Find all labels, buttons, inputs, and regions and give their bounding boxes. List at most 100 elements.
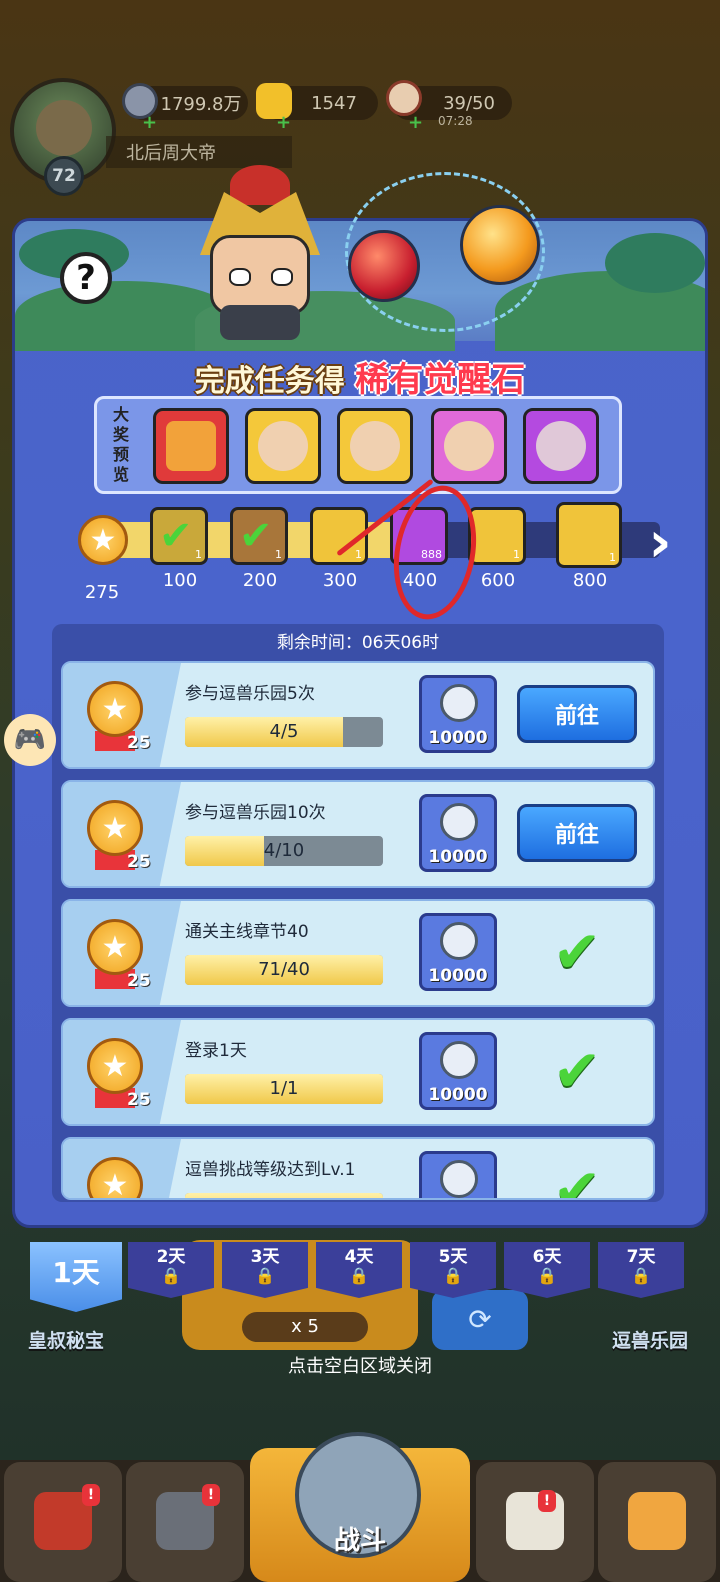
silver-coin-icon bbox=[440, 1041, 478, 1079]
task-reward[interactable]: 10000 bbox=[419, 794, 497, 872]
preview-item-hero-3[interactable] bbox=[431, 408, 507, 484]
task-progress-text: 4/10 bbox=[263, 840, 305, 861]
task-progress-bar: 71/40 bbox=[185, 955, 383, 985]
preview-item-mystery[interactable] bbox=[153, 408, 229, 484]
milestone-chest-100[interactable]: ✔ 1 bbox=[150, 507, 208, 565]
task-name: 逗兽挑战等级达到Lv.1 bbox=[185, 1160, 356, 1180]
title-prefix: 完成任务得 bbox=[194, 364, 345, 399]
nav-hero-notify-badge: ! bbox=[202, 1484, 220, 1506]
task-row: ★ 25 登录1天 1/1 10000 ✔ bbox=[61, 1018, 655, 1126]
background-right-label: 逗兽乐园 bbox=[612, 1330, 689, 1352]
task-go-button[interactable]: 前往 bbox=[517, 685, 637, 743]
task-points: 25 bbox=[127, 733, 151, 753]
stamina-add-icon[interactable]: + bbox=[408, 112, 423, 133]
task-reward-amount: 10000 bbox=[428, 1085, 488, 1105]
hero-character bbox=[180, 165, 340, 340]
red-awakening-stone-icon bbox=[348, 230, 420, 302]
nav-gift-button[interactable] bbox=[598, 1462, 716, 1582]
milestone-chest-200[interactable]: ✔ 1 bbox=[230, 507, 288, 565]
lock-icon: 🔒 bbox=[161, 1266, 181, 1285]
task-row: ★ 25 参与逗兽乐园5次 4/5 10000 前往 bbox=[61, 661, 655, 769]
lock-icon: 🔒 bbox=[443, 1266, 463, 1285]
close-hint[interactable]: 点击空白区域关闭 bbox=[0, 1352, 720, 1378]
silver-coin-icon bbox=[440, 922, 478, 960]
milestone-item-600[interactable]: 1 bbox=[468, 507, 526, 565]
preview-item-hero-2[interactable] bbox=[337, 408, 413, 484]
task-points: 25 bbox=[127, 971, 151, 991]
task-progress-bar: 4/10 bbox=[185, 836, 383, 866]
avatar-face bbox=[36, 100, 92, 156]
task-points: 25 bbox=[127, 1090, 151, 1110]
day-tab-label: 1天 bbox=[52, 1256, 100, 1289]
help-button[interactable]: ? bbox=[60, 252, 112, 304]
gold-add-icon[interactable]: + bbox=[276, 112, 291, 133]
task-reward-amount: 10000 bbox=[428, 728, 488, 748]
hero-plume bbox=[230, 165, 290, 205]
task-reward[interactable]: 10000 bbox=[419, 913, 497, 991]
title-highlight: 稀有觉醒石 bbox=[355, 360, 526, 400]
day-tab-6[interactable]: 6天 🔒 bbox=[504, 1242, 590, 1298]
task-complete-check-icon: ✔ bbox=[552, 1156, 602, 1200]
task-reward[interactable]: 10000 bbox=[419, 675, 497, 753]
task-name: 参与逗兽乐园10次 bbox=[185, 803, 326, 823]
nav-shop-button[interactable] bbox=[4, 1462, 122, 1582]
day-tab-2[interactable]: 2天 🔒 bbox=[128, 1242, 214, 1298]
silver-add-icon[interactable]: + bbox=[142, 112, 157, 133]
task-progress-text bbox=[185, 1193, 383, 1198]
day-tab-4[interactable]: 4天 🔒 bbox=[316, 1242, 402, 1298]
task-go-label: 前往 bbox=[554, 823, 599, 848]
task-row: ★25逗兽挑战等级达到Lv.1✔ bbox=[61, 1137, 655, 1200]
claimed-check-icon: ✔ bbox=[239, 513, 273, 559]
lock-icon: 🔒 bbox=[349, 1266, 369, 1285]
day-tab-3[interactable]: 3天 🔒 bbox=[222, 1242, 308, 1298]
star-medal-icon: ★ bbox=[87, 919, 143, 975]
milestone-count: 1 bbox=[609, 551, 616, 564]
stamina-timer: 07:28 bbox=[438, 114, 473, 128]
day-tab-5[interactable]: 5天 🔒 bbox=[410, 1242, 496, 1298]
background-refresh-button: ⟳ bbox=[432, 1290, 528, 1350]
silver-coin-icon bbox=[440, 1160, 478, 1198]
panel-title: 完成任务得 稀有觉醒石 bbox=[0, 352, 720, 401]
task-row: ★ 25 通关主线章节40 71/40 10000 ✔ bbox=[61, 899, 655, 1007]
task-progress-text: 71/40 bbox=[258, 959, 310, 980]
day-tab-label: 4天 bbox=[344, 1247, 374, 1267]
task-name: 参与逗兽乐园5次 bbox=[185, 684, 315, 704]
hero-eye bbox=[229, 268, 251, 286]
hero-body bbox=[220, 305, 300, 340]
next-milestones-arrow-icon[interactable]: › bbox=[640, 515, 680, 575]
question-icon: ? bbox=[76, 258, 96, 298]
nav-rooster-button[interactable] bbox=[476, 1462, 594, 1582]
hero-portrait-icon bbox=[536, 421, 586, 471]
task-reward[interactable] bbox=[419, 1151, 497, 1198]
day-tab-7[interactable]: 7天 🔒 bbox=[598, 1242, 684, 1298]
preview-item-hero-4[interactable] bbox=[523, 408, 599, 484]
nav-rooster-notify-badge: ! bbox=[538, 1490, 556, 1512]
hero-portrait-icon bbox=[350, 421, 400, 471]
nav-hero-button[interactable] bbox=[126, 1462, 244, 1582]
tree bbox=[605, 233, 705, 293]
task-go-button[interactable]: 前往 bbox=[517, 804, 637, 862]
milestone-count: 1 bbox=[195, 548, 202, 561]
hero-head bbox=[210, 235, 310, 315]
gamepad-side-button[interactable]: 🎮 bbox=[4, 714, 56, 766]
milestone-chest-800[interactable]: 1 bbox=[556, 502, 622, 568]
milestone-value: 100 bbox=[162, 570, 198, 591]
star-medal-icon: ★ bbox=[87, 1038, 143, 1094]
day-tab-label: 3天 bbox=[250, 1247, 280, 1267]
task-name: 通关主线章节40 bbox=[185, 922, 309, 942]
mystery-puzzle-icon bbox=[166, 421, 216, 471]
lock-icon: 🔒 bbox=[255, 1266, 275, 1285]
gamepad-icon: 🎮 bbox=[13, 725, 47, 755]
task-row: ★ 25 参与逗兽乐园10次 4/10 10000 前往 bbox=[61, 780, 655, 888]
milestone-count: 1 bbox=[513, 548, 520, 561]
day-tab-label: 7天 bbox=[626, 1247, 656, 1267]
battle-label: 战斗 bbox=[333, 1526, 386, 1556]
task-progress-bar bbox=[185, 1193, 383, 1198]
preview-item-hero-1[interactable] bbox=[245, 408, 321, 484]
day-tab-label: 2天 bbox=[156, 1247, 186, 1267]
task-reward[interactable]: 10000 bbox=[419, 1032, 497, 1110]
task-progress-bar: 1/1 bbox=[185, 1074, 383, 1104]
claimed-check-icon: ✔ bbox=[159, 513, 193, 559]
background-left-label: 皇叔秘宝 bbox=[28, 1330, 105, 1352]
day-tab-1[interactable]: 1天 bbox=[30, 1242, 122, 1312]
